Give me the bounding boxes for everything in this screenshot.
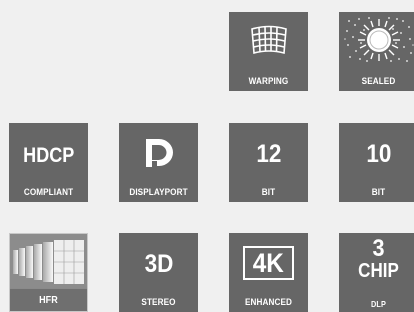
hfr-frames-icon <box>10 234 87 288</box>
10-bit-value: 10 <box>366 142 391 167</box>
hdcp-title: HDCP <box>23 145 74 166</box>
grid-warp-icon <box>246 23 292 57</box>
hdcp-label: COMPLIANT <box>15 187 83 198</box>
warping-label: WARPING <box>235 76 303 87</box>
10-bit-feature-tile: 10 BIT <box>339 123 414 202</box>
hfr-label: HFR <box>15 294 81 306</box>
4k-enhanced-feature-tile: 4K ENHANCED <box>229 233 308 312</box>
chip-title: CHIP <box>345 261 412 281</box>
12-bit-label: BIT <box>235 187 303 198</box>
sealed-feature-tile: SEALED <box>339 12 414 91</box>
4k-title: 4K <box>253 250 284 277</box>
10-bit-label: BIT <box>345 187 413 198</box>
12-bit-value: 12 <box>256 142 281 167</box>
3-chip-dlp-feature-tile: 3 CHIP DLP <box>339 233 414 312</box>
sealed-label: SEALED <box>345 76 413 87</box>
warping-feature-tile: WARPING <box>229 12 308 91</box>
displayport-feature-tile: DISPLAYPORT <box>119 123 198 202</box>
sealed-light-engine-icon <box>343 15 414 65</box>
hfr-feature-tile: HFR <box>9 233 88 312</box>
displayport-logo-icon <box>142 136 176 170</box>
enhanced-label: ENHANCED <box>235 297 303 308</box>
hdcp-feature-tile: HDCP COMPLIANT <box>9 123 88 202</box>
12-bit-feature-tile: 12 BIT <box>229 123 308 202</box>
stereo-label: STEREO <box>125 297 193 308</box>
dlp-label: DLP <box>345 299 413 309</box>
3d-title: 3D <box>144 252 173 277</box>
4k-badge: 4K <box>243 246 294 280</box>
3-chip-number: 3 <box>343 237 414 261</box>
displayport-label: DISPLAYPORT <box>125 187 193 198</box>
3d-stereo-feature-tile: 3D STEREO <box>119 233 198 312</box>
